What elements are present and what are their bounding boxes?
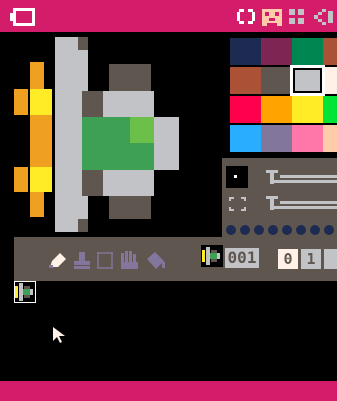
palette-color-8[interactable] bbox=[323, 67, 337, 94]
palette-color-3[interactable] bbox=[292, 38, 323, 65]
hand-icon[interactable] bbox=[118, 249, 140, 271]
sprite-canvas[interactable] bbox=[14, 37, 211, 232]
current-sprite-thumbnail[interactable] bbox=[201, 245, 223, 267]
sprite-number-label: 001 bbox=[227, 248, 257, 267]
flag-slider-2[interactable] bbox=[262, 192, 337, 212]
sprite-tab-1-label: 1 bbox=[306, 250, 316, 268]
palette-color-2[interactable] bbox=[261, 38, 292, 65]
code-icon[interactable] bbox=[236, 8, 256, 25]
sprite-tab-0[interactable]: 0 bbox=[278, 249, 298, 269]
sprite-tab-2[interactable] bbox=[324, 249, 337, 269]
options-panel bbox=[222, 158, 337, 237]
sprite-flags[interactable] bbox=[224, 222, 337, 236]
sprite-sheet-cell-001[interactable] bbox=[13, 280, 37, 304]
fill-icon[interactable] bbox=[144, 249, 168, 271]
sprite-tab-0-label: 0 bbox=[283, 250, 293, 268]
palette-color-16[interactable] bbox=[323, 125, 337, 152]
pencil-icon[interactable] bbox=[48, 251, 68, 269]
sprite-icon[interactable] bbox=[261, 7, 283, 27]
sfx-icon[interactable] bbox=[311, 8, 333, 26]
status-bar bbox=[0, 381, 337, 401]
preview-box bbox=[226, 166, 248, 188]
stamp-icon[interactable] bbox=[72, 250, 92, 270]
palette-color-9[interactable] bbox=[230, 96, 261, 123]
palette-color-11[interactable] bbox=[292, 96, 323, 123]
top-menu-bar bbox=[0, 0, 337, 32]
map-icon[interactable] bbox=[288, 8, 306, 26]
select-box-icon[interactable] bbox=[228, 196, 248, 212]
color-palette bbox=[230, 38, 337, 154]
palette-color-5[interactable] bbox=[230, 67, 261, 94]
palette-color-12[interactable] bbox=[323, 96, 337, 123]
sprite-tab-1[interactable]: 1 bbox=[301, 249, 321, 269]
sprite-editor: 001 0 1 bbox=[0, 0, 337, 401]
palette-color-13[interactable] bbox=[230, 125, 261, 152]
tool-bar: 001 0 1 bbox=[14, 237, 337, 281]
sprite-number[interactable]: 001 bbox=[225, 248, 259, 268]
palette-color-1[interactable] bbox=[230, 38, 261, 65]
palette-color-4[interactable] bbox=[323, 38, 337, 65]
left-menu-icon[interactable] bbox=[13, 8, 35, 26]
palette-color-6[interactable] bbox=[261, 67, 292, 94]
palette-color-14[interactable] bbox=[261, 125, 292, 152]
palette-color-10[interactable] bbox=[261, 96, 292, 123]
left-menu-notch bbox=[10, 13, 16, 21]
palette-color-15[interactable] bbox=[292, 125, 323, 152]
sprite-sheet[interactable] bbox=[13, 280, 337, 381]
mouse-cursor-icon bbox=[52, 326, 68, 344]
select-icon[interactable] bbox=[95, 250, 115, 270]
flag-slider-1[interactable] bbox=[262, 166, 337, 186]
palette-selection-inner bbox=[293, 68, 322, 93]
